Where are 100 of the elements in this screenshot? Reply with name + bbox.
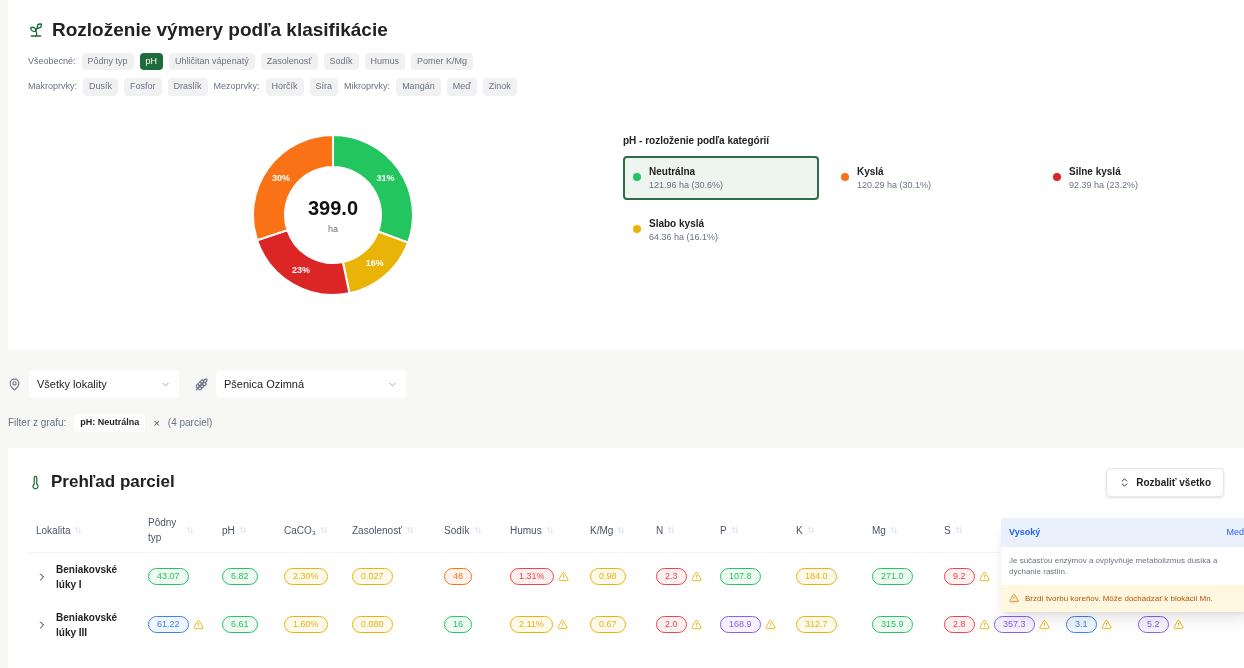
- value-badge: 6.82: [222, 567, 258, 586]
- sort-icon[interactable]: [545, 526, 554, 534]
- sort-icon[interactable]: [319, 526, 328, 534]
- sort-icon[interactable]: [667, 526, 676, 534]
- legend-label: Silne kyslá: [1069, 164, 1122, 179]
- donut-slice[interactable]: [341, 230, 410, 294]
- legend-item[interactable]: Kyslá 120.29 ha (30.1%): [831, 155, 1031, 200]
- slice-label: 16%: [365, 257, 384, 268]
- legend-item[interactable]: Silne kyslá 92.39 ha (23.2%): [1043, 155, 1223, 200]
- filter-chip[interactable]: Mangán: [396, 78, 441, 96]
- value-badge: 0.080: [352, 615, 393, 634]
- sort-icon[interactable]: [730, 526, 739, 534]
- legend-title: pH - rozloženie podľa kategórií: [623, 133, 771, 148]
- filter-chip[interactable]: Fosfor: [124, 78, 162, 96]
- column-header[interactable]: Pôdny typ: [148, 515, 182, 545]
- filter-chip[interactable]: Dusík: [83, 78, 119, 96]
- value-badge: 312.7: [796, 615, 837, 634]
- warning-icon: [1038, 619, 1050, 630]
- sort-icon[interactable]: [954, 526, 963, 534]
- value-badge: 1.60%: [284, 615, 328, 634]
- legend-label: Slabo kyslá: [649, 217, 706, 231]
- legend-detail: 64.36 ha (16.1%): [649, 231, 719, 244]
- filter-chip[interactable]: Síra: [309, 78, 339, 96]
- plant-icon: [28, 22, 44, 39]
- value-badge: 0.98: [590, 567, 626, 586]
- slice-label: 31%: [376, 172, 395, 183]
- warning-icon: [556, 619, 568, 630]
- value-badge: 2.8: [944, 615, 975, 634]
- value-badge: 2.0: [656, 615, 687, 634]
- group-label: Makroprvky:: [28, 80, 77, 93]
- value-badge: 16: [444, 615, 472, 634]
- warning-icon: [764, 619, 776, 630]
- column-header[interactable]: Mg: [872, 522, 886, 538]
- value-badge: 3.1: [1066, 615, 1097, 634]
- column-header[interactable]: Humus: [510, 522, 542, 538]
- location-name: Beniakovské lúky III: [56, 610, 119, 640]
- column-header[interactable]: S: [944, 522, 951, 538]
- column-header[interactable]: pH: [222, 522, 235, 538]
- value-badge: 2.3: [656, 567, 687, 586]
- sort-icon[interactable]: [806, 526, 815, 534]
- parcel-count: (4 parciel): [167, 416, 213, 431]
- filter-chip[interactable]: Sodík: [323, 52, 359, 70]
- legend-item[interactable]: Slabo kyslá 64.36 ha (16.1%): [623, 208, 819, 253]
- sort-icon[interactable]: [186, 526, 194, 534]
- group-label: Mikroprvky:: [344, 80, 391, 93]
- filter-chip[interactable]: Horčík: [265, 78, 304, 96]
- value-badge: 1.31%: [510, 567, 554, 586]
- legend-item[interactable]: Neutrálna 121.96 ha (30.6%): [623, 155, 819, 200]
- column-header[interactable]: N: [656, 522, 664, 538]
- slice-label: 23%: [292, 265, 311, 275]
- column-header[interactable]: P: [720, 522, 727, 538]
- tooltip-element: Med: [1226, 525, 1244, 539]
- sort-icon[interactable]: [889, 526, 898, 534]
- group-label: Mezoprvky:: [213, 80, 260, 93]
- column-header[interactable]: CaCO₃: [284, 522, 316, 538]
- chart-filter-chip: pH: Neutrálna: [74, 414, 146, 432]
- column-header[interactable]: K: [796, 522, 803, 538]
- value-badge: 0.67: [590, 615, 626, 634]
- slice-label: 30%: [272, 172, 291, 183]
- sort-icon[interactable]: [473, 526, 482, 534]
- tooltip-level: Vysoký: [1009, 525, 1041, 539]
- filter-chip[interactable]: pH: [139, 52, 164, 70]
- column-header[interactable]: Sodík: [444, 522, 470, 538]
- expand-all-button[interactable]: Rozbaliť všetko: [1106, 467, 1224, 497]
- filter-chip[interactable]: Humus: [364, 52, 406, 70]
- location-select[interactable]: Všetky lokality: [29, 370, 179, 398]
- section-title: Prehľad parciel: [51, 471, 175, 494]
- legend-label: Kyslá: [857, 164, 885, 179]
- column-header[interactable]: K/Mg: [590, 522, 614, 538]
- sort-icon[interactable]: [74, 526, 83, 534]
- section-title: Rozloženie výmery podľa klasifikácie: [52, 18, 388, 42]
- value-badge: 61.22: [148, 615, 189, 634]
- value-badge: 0.027: [352, 567, 393, 586]
- warning-icon: [1100, 619, 1112, 630]
- crop-select[interactable]: Pšenica Ozimná: [216, 370, 406, 398]
- chart-filter-label: Filter z grafu:: [8, 416, 67, 431]
- sort-icon[interactable]: [238, 526, 247, 534]
- value-badge: 357.3: [994, 615, 1035, 634]
- filter-chip[interactable]: Zasolenosť: [260, 52, 318, 70]
- filter-chip[interactable]: Zinok: [482, 78, 517, 96]
- column-header[interactable]: Lokalita: [36, 522, 71, 538]
- remove-filter-button[interactable]: ×: [153, 414, 160, 431]
- tooltip-warning: Brzdí tvorbu koreňov. Môže dochádzať k blokácii Mn.: [1025, 593, 1213, 604]
- sort-icon[interactable]: [405, 526, 414, 534]
- filter-chip[interactable]: Draslík: [167, 78, 208, 96]
- column-header[interactable]: Zasolenosť: [352, 522, 402, 538]
- warning-icon: [690, 619, 702, 630]
- value-badge: 184.0: [796, 567, 837, 586]
- warning-icon: [192, 619, 204, 630]
- legend-detail: 120.29 ha (30.1%): [857, 178, 932, 192]
- warning-icon: [557, 571, 569, 582]
- warning-icon: [1172, 619, 1184, 630]
- filter-chip[interactable]: Meď: [446, 78, 477, 96]
- filter-chip[interactable]: Pôdny typ: [81, 52, 134, 70]
- value-badge: 2.30%: [284, 567, 328, 586]
- sort-icon[interactable]: [617, 526, 626, 534]
- filter-chip[interactable]: Uhličitan vápenatý: [169, 52, 255, 70]
- tooltip-description: Je súčasťou enzýmov a ovplyvňuje metabolizmus dusíka a dýchanie rastlín.: [1008, 555, 1219, 578]
- filter-chip[interactable]: Pomer K/Mg: [411, 52, 474, 70]
- value-badge: 2.11%: [510, 615, 553, 634]
